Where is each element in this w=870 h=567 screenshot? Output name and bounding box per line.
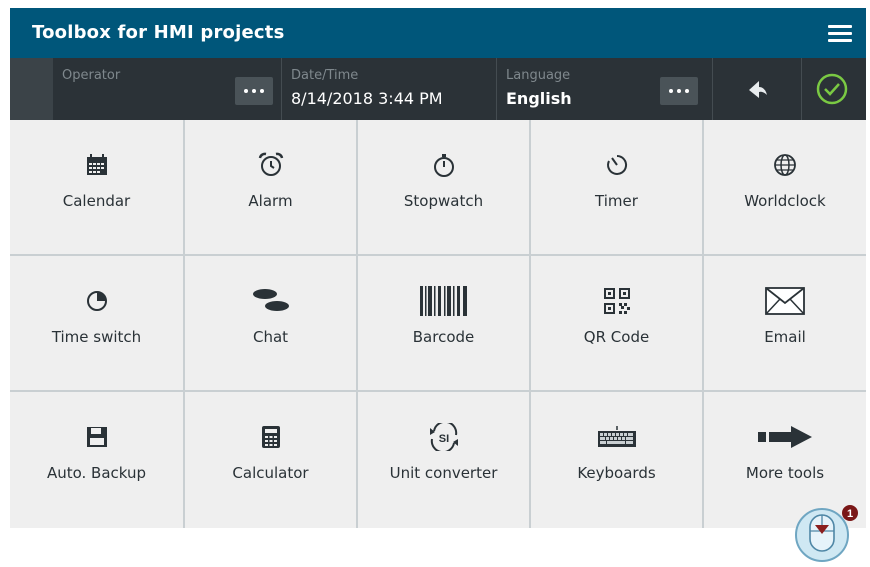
confirm-button[interactable] bbox=[802, 58, 866, 120]
tile-label: Timer bbox=[595, 192, 638, 210]
envelope-icon bbox=[765, 287, 805, 315]
grid-divider bbox=[10, 254, 866, 256]
svg-text:SI: SI bbox=[438, 433, 448, 445]
tile-time-switch[interactable]: Time switch bbox=[10, 256, 183, 390]
callout-number: 1 bbox=[847, 508, 853, 520]
tile-worldclock[interactable]: Worldclock bbox=[704, 120, 866, 254]
calculator-icon bbox=[261, 426, 280, 448]
chat-icon bbox=[252, 289, 289, 311]
tile-unit-converter[interactable]: SI Unit converter bbox=[358, 392, 529, 528]
barcode-icon bbox=[419, 286, 467, 316]
mouse-click-icon: 1 bbox=[795, 505, 858, 562]
grid-divider bbox=[529, 120, 531, 528]
tile-label: More tools bbox=[745, 464, 825, 482]
back-button[interactable] bbox=[713, 58, 802, 120]
timer-icon bbox=[606, 154, 627, 175]
tile-calculator[interactable]: Calculator bbox=[185, 392, 356, 528]
tile-timer[interactable]: Timer bbox=[531, 120, 702, 254]
tile-label: Calculator bbox=[232, 464, 309, 482]
operator-label: Operator bbox=[62, 68, 121, 83]
tile-keyboards[interactable]: Keyboards bbox=[531, 392, 702, 528]
menu-line bbox=[828, 25, 852, 28]
tile-calendar[interactable]: Calendar bbox=[10, 120, 183, 254]
menu-line bbox=[828, 32, 852, 35]
alarm-clock-icon bbox=[258, 152, 283, 176]
tile-label: Auto. Backup bbox=[46, 464, 147, 482]
operator-section: Operator bbox=[53, 58, 282, 120]
grid-divider bbox=[702, 120, 704, 528]
grid-divider bbox=[356, 120, 358, 528]
language-label: Language bbox=[506, 68, 571, 83]
tile-label: Alarm bbox=[248, 192, 293, 210]
status-bar: Operator Date/Time 8/14/2018 3:44 PM Lan… bbox=[10, 58, 866, 120]
floppy-disk-icon bbox=[86, 427, 107, 447]
operator-more-button[interactable] bbox=[235, 77, 273, 105]
tile-label: Stopwatch bbox=[403, 192, 484, 210]
datetime-label: Date/Time bbox=[291, 68, 359, 83]
title-bar: Toolbox for HMI projects bbox=[10, 8, 866, 58]
calendar-icon bbox=[86, 154, 107, 175]
tile-alarm[interactable]: Alarm bbox=[185, 120, 356, 254]
unit-converter-icon: SI bbox=[429, 423, 458, 451]
tile-qr-code[interactable]: QR Code bbox=[531, 256, 702, 390]
tile-label: Time switch bbox=[51, 328, 142, 346]
tile-label: QR Code bbox=[583, 328, 650, 346]
globe-icon bbox=[774, 154, 796, 176]
tile-chat[interactable]: Chat bbox=[185, 256, 356, 390]
tap-indicator: 1 bbox=[795, 505, 859, 563]
keyboard-icon bbox=[597, 426, 636, 447]
language-section: Language English bbox=[497, 58, 713, 120]
grid-divider bbox=[10, 390, 866, 392]
tile-label: Unit converter bbox=[389, 464, 498, 482]
tile-stopwatch[interactable]: Stopwatch bbox=[358, 120, 529, 254]
datetime-section: Date/Time 8/14/2018 3:44 PM bbox=[282, 58, 497, 120]
page-title: Toolbox for HMI projects bbox=[32, 22, 285, 43]
status-strip bbox=[10, 58, 53, 120]
stopwatch-icon bbox=[433, 154, 454, 177]
datetime-value: 8/14/2018 3:44 PM bbox=[291, 89, 443, 108]
time-switch-icon bbox=[86, 291, 107, 311]
tile-label: Keyboards bbox=[577, 464, 656, 482]
grid-divider bbox=[183, 120, 185, 528]
back-arrow-icon bbox=[749, 81, 767, 98]
tile-auto-backup[interactable]: Auto. Backup bbox=[10, 392, 183, 528]
tile-label: Email bbox=[764, 328, 806, 346]
tile-label: Barcode bbox=[412, 328, 475, 346]
hamburger-menu-button[interactable] bbox=[822, 18, 858, 48]
language-value: English bbox=[506, 89, 572, 108]
check-circle-icon bbox=[816, 73, 848, 105]
tile-email[interactable]: Email bbox=[704, 256, 866, 390]
tile-barcode[interactable]: Barcode bbox=[358, 256, 529, 390]
tile-label: Worldclock bbox=[744, 192, 826, 210]
menu-line bbox=[828, 39, 852, 42]
tool-grid: Calendar Alarm Stopwatch Timer Worldcloc… bbox=[10, 120, 866, 528]
language-more-button[interactable] bbox=[660, 77, 698, 105]
hmi-screen: Toolbox for HMI projects Operator Date/T… bbox=[10, 8, 866, 528]
tile-label: Calendar bbox=[62, 192, 131, 210]
arrow-right-icon bbox=[758, 426, 812, 448]
tile-label: Chat bbox=[252, 328, 289, 346]
qr-code-icon bbox=[603, 288, 630, 314]
